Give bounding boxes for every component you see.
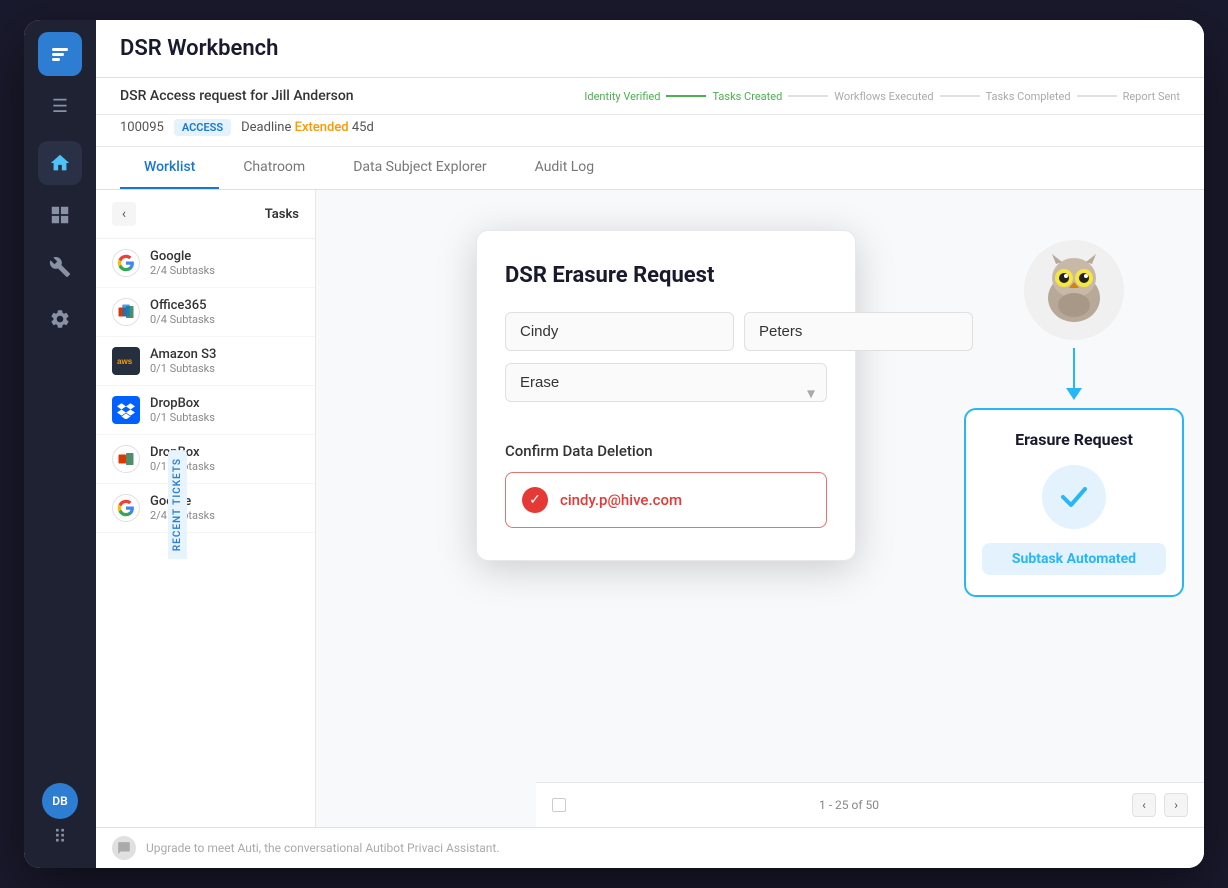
deadline-label: Deadline Extended 45d [241,120,374,135]
email-confirm-box[interactable]: ✓ cindy.p@hive.com [505,472,827,528]
dropbox-office-icon [112,445,140,473]
owl-and-box: Erasure Request Subtask Automated [964,240,1184,597]
checkbox-1[interactable] [552,798,566,812]
page-title: DSR Workbench [120,36,278,61]
aws-icon: aws [112,347,140,375]
confirm-label: Confirm Data Deletion [505,442,827,460]
email-check-icon: ✓ [522,487,548,513]
access-badge: ACCESS [174,119,231,136]
dsr-id-bar: 100095 ACCESS Deadline Extended 45d [96,115,1204,147]
action-select[interactable]: Erase [505,363,827,402]
logo[interactable] [38,32,82,76]
tasks-header: ‹ Tasks [96,190,315,239]
user-avatar[interactable]: DB [42,783,78,819]
back-button[interactable]: ‹ [112,202,136,226]
tab-chatroom[interactable]: Chatroom [219,147,329,189]
next-page-btn[interactable]: › [1164,793,1188,817]
owl-icon [1034,250,1114,330]
task-item-office365[interactable]: Office365 0/4 Subtasks [96,288,315,337]
step-tasks: Tasks Created [712,90,782,103]
task-info-amazon: Amazon S3 0/1 Subtasks [150,347,216,375]
svg-text:aws: aws [117,357,133,366]
tab-worklist[interactable]: Worklist [120,147,219,189]
modal-area: DSR Erasure Request Erase ▾ Confirm Data… [476,230,1184,597]
action-select-wrapper: Erase ▾ [505,363,827,422]
step-identity: Identity Verified [584,90,660,103]
chat-bubble-icon [112,836,136,860]
main-panel: RECENT TICKETS ‹ Tasks Google 2/4 Subtas… [96,190,1204,827]
task-info-office365: Office365 0/4 Subtasks [150,298,215,326]
sidebar-nav [38,141,82,783]
task-item-amazon[interactable]: aws Amazon S3 0/1 Subtasks [96,337,315,386]
erasure-modal: DSR Erasure Request Erase ▾ Confirm Data… [476,230,856,561]
subtask-automated: Subtask Automated [982,543,1166,575]
bottom-bar: Upgrade to meet Auti, the conversational… [96,827,1204,868]
recent-tickets-label: RECENT TICKETS [168,450,187,559]
pagination-info: 1 - 25 of 50 [819,798,879,812]
tasks-sidebar: ‹ Tasks Google 2/4 Subtasks [96,190,316,827]
menu-icon[interactable]: ☰ [52,96,68,117]
task-item-google-2[interactable]: Google 2/4 Subtasks [96,484,315,533]
pagination-nav: ‹ › [1132,793,1188,817]
step-line-3 [940,95,980,97]
sidebar-item-tools[interactable] [38,245,82,289]
google-icon-1 [112,249,140,277]
arrow-head [1066,388,1082,400]
main-content: DSR Workbench DSR Access request for Jil… [96,20,1204,868]
office-icon [112,298,140,326]
sidebar-item-dashboard[interactable] [38,193,82,237]
step-workflows: Workflows Executed [834,90,933,103]
sidebar: ☰ DB ⠿ [24,20,96,868]
more-options-icon[interactable]: ⠿ [53,827,66,848]
sidebar-item-settings[interactable] [38,297,82,341]
dsr-request-bar: DSR Access request for Jill Anderson Ide… [96,78,1204,115]
google-icon-2 [112,494,140,522]
task-item-dropbox-1[interactable]: DropBox 0/1 Subtasks [96,386,315,435]
step-report: Report Sent [1123,90,1180,103]
task-item-dropbox-2[interactable]: DropBox 0/1 Subtasks [96,435,315,484]
pagination-bar: 1 - 25 of 50 ‹ › [536,782,1204,827]
bottom-bar-text: Upgrade to meet Auti, the conversational… [146,841,500,855]
dropbox-icon-1 [112,396,140,424]
step-line-1 [666,95,706,97]
erasure-modal-title: DSR Erasure Request [505,263,827,288]
step-line-4 [1077,95,1117,97]
dsr-request-title: DSR Access request for Jill Anderson [120,88,354,104]
tabs-bar: Worklist Chatroom Data Subject Explorer … [96,147,1204,190]
email-text: cindy.p@hive.com [560,491,682,509]
sidebar-item-home[interactable] [38,141,82,185]
step-line-2 [788,95,828,97]
prev-page-btn[interactable]: ‹ [1132,793,1156,817]
checkboxes [552,798,566,812]
step-completed: Tasks Completed [986,90,1071,103]
page-header: DSR Workbench [96,20,1204,78]
erasure-box-title: Erasure Request [1015,430,1133,449]
tab-audit-log[interactable]: Audit Log [511,147,619,189]
arrow-down [1066,348,1082,400]
tasks-title: Tasks [265,207,299,222]
right-overlay: Erasure Request Subtask Automated [876,230,1184,597]
last-name-input[interactable] [744,312,973,351]
first-name-input[interactable] [505,312,734,351]
owl-container [1024,240,1124,340]
tab-data-subject[interactable]: Data Subject Explorer [329,147,510,189]
erasure-box: Erasure Request Subtask Automated [964,408,1184,597]
task-info-dropbox-1: DropBox 0/1 Subtasks [150,396,215,424]
task-info-google-1: Google 2/4 Subtasks [150,249,215,277]
arrow-line [1073,348,1075,388]
content-right: DSR Erasure Request Erase ▾ Confirm Data… [316,190,1204,827]
dsr-id: 100095 [120,120,164,135]
progress-steps: Identity Verified Tasks Created Workflow… [584,90,1180,103]
task-item-google-1[interactable]: Google 2/4 Subtasks [96,239,315,288]
check-circle [1042,465,1106,529]
name-fields [505,312,827,351]
sidebar-bottom: DB ⠿ [42,783,78,856]
